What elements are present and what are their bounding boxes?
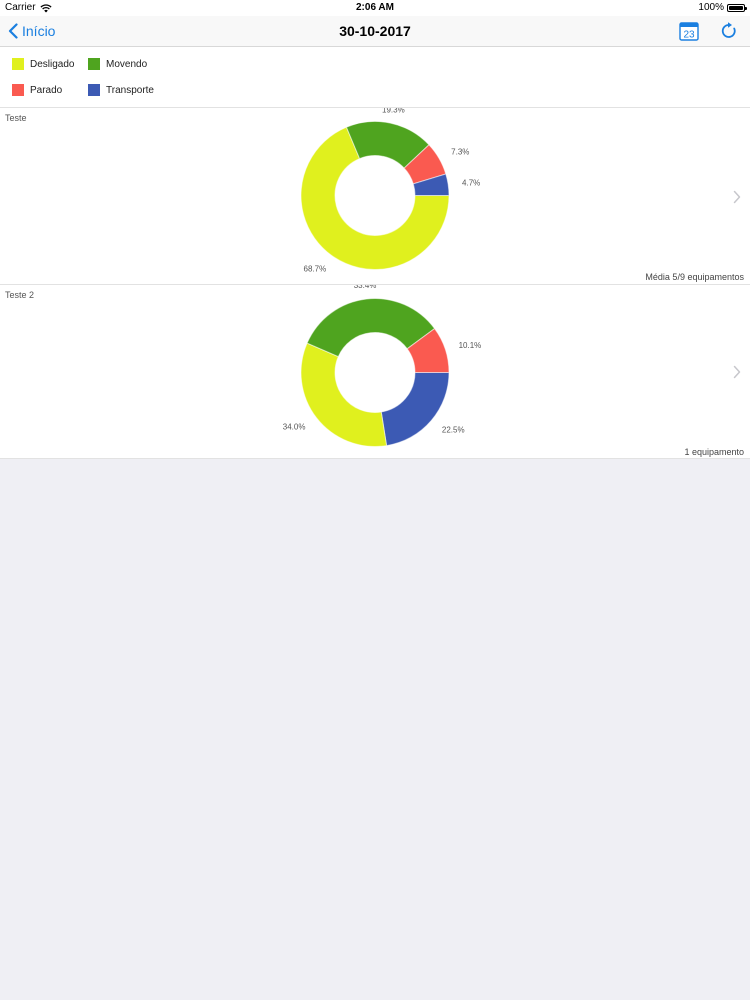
refresh-icon[interactable] [720,22,738,40]
donut-chart-teste-2: 22.5% 34.0% 33.4% 10.1% [283,285,482,447]
page-title: 30-10-2017 [339,23,411,39]
card-title: Teste [5,113,27,123]
donut-chart-teste: 68.7% 19.3% 7.3% 4.7% [300,108,480,274]
battery-percent: 100% [698,2,724,13]
legend-swatch [88,58,100,70]
slice-percent-label: 34.0% [283,422,306,431]
legend-label: Desligado [30,58,75,70]
donut-slice-desligado [300,342,388,447]
chevron-right-icon [733,365,741,379]
chart-legend: Desligado Movendo Parado Transporte [0,47,750,108]
slice-percent-label: 10.1% [459,341,482,350]
legend-item-parado: Parado [12,84,62,96]
card-title: Teste 2 [5,290,35,300]
chart-card-teste-2[interactable]: Teste 2 22.5% 34.0% 33.4% 10.1% 1 equipamen… [0,285,750,459]
calendar-day: 23 [683,30,695,41]
legend-item-movendo: Movendo [88,58,147,70]
legend-item-transporte: Transporte [88,84,154,96]
slice-percent-label: 19.3% [382,108,405,114]
slice-percent-label: 22.5% [442,426,465,435]
donut-slice-transporte [380,372,450,447]
status-right: 100% [698,0,747,16]
battery-icon [727,4,747,12]
card-footer: 1 equipamento [684,447,744,457]
legend-item-desligado: Desligado [12,58,74,70]
navigation-bar: Início 30-10-2017 23 [0,16,750,47]
legend-swatch [12,84,24,96]
legend-swatch [12,58,24,70]
slice-percent-label: 7.3% [451,147,469,156]
legend-swatch [88,84,100,96]
legend-label: Transporte [106,84,154,96]
card-footer: Média 5/9 equipamentos [645,272,744,282]
chevron-right-icon [733,190,741,204]
slice-percent-label: 68.7% [304,265,327,274]
slice-percent-label: 33.4% [354,285,377,290]
status-bar: Carrier 2:06 AM 100% [0,0,750,16]
legend-label: Parado [30,84,63,96]
status-time: 2:06 AM [356,2,394,13]
calendar-icon[interactable]: 23 [679,21,699,41]
legend-label: Movendo [106,58,148,70]
slice-percent-label: 4.7% [462,179,480,188]
chart-card-teste[interactable]: Teste 68.7% 19.3% 7.3% 4.7% Média 5/9 equip… [0,108,750,285]
